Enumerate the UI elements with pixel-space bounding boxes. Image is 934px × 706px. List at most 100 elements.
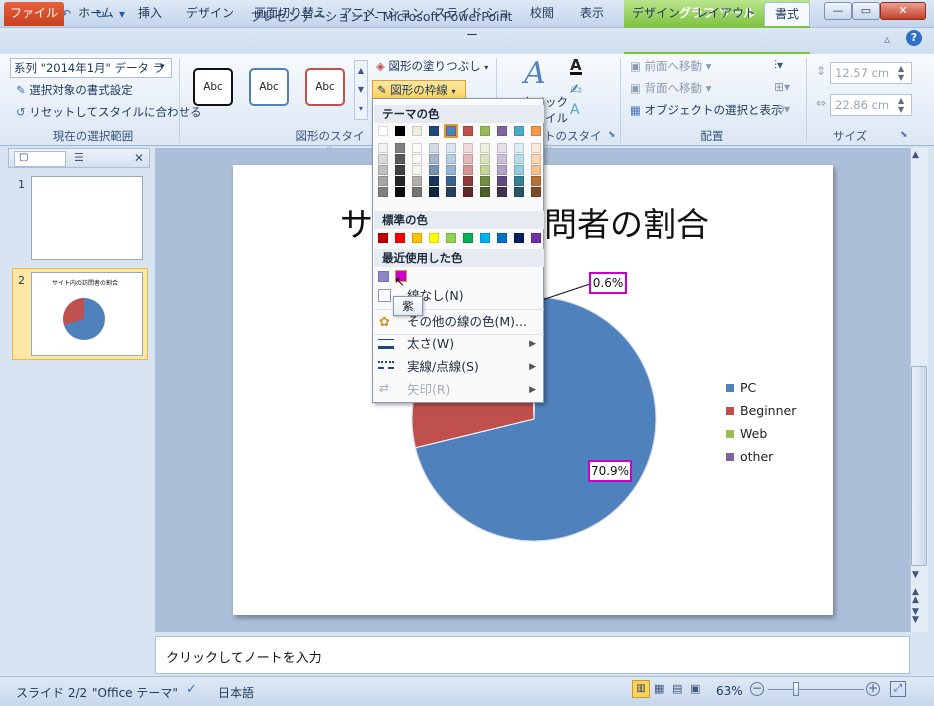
align-icon[interactable]: ⫶▾: [774, 58, 783, 73]
theme-color-swatch[interactable]: [429, 126, 439, 136]
recent-color-lavender[interactable]: [378, 271, 389, 282]
standard-color-swatch[interactable]: [429, 233, 439, 243]
theme-color-shade-swatch[interactable]: [531, 154, 541, 164]
theme-color-shade-swatch[interactable]: [497, 187, 507, 197]
theme-color-shade-swatch[interactable]: [480, 187, 490, 197]
theme-color-shade-swatch[interactable]: [463, 154, 473, 164]
theme-color-shade-swatch[interactable]: [412, 165, 422, 175]
scroll-down-icon[interactable]: ▼: [912, 570, 919, 580]
theme-color-swatch[interactable]: [531, 126, 541, 136]
zoom-in-icon[interactable]: +: [866, 682, 880, 696]
theme-color-shade-swatch[interactable]: [378, 165, 388, 175]
format-selection-button[interactable]: ✎ 選択対象の書式設定: [16, 82, 133, 98]
slide-title-right[interactable]: 問者の割合: [544, 198, 709, 246]
theme-color-swatch[interactable]: [395, 126, 405, 136]
tab-design[interactable]: デザイン: [180, 2, 240, 26]
slides-tab-icon[interactable]: ▢: [14, 151, 66, 167]
zoom-level[interactable]: 63%: [716, 684, 743, 698]
dialog-launcher-icon[interactable]: ⬊: [608, 130, 616, 140]
theme-color-shade-swatch[interactable]: [497, 143, 507, 153]
theme-color-shade-swatch[interactable]: [378, 187, 388, 197]
theme-color-shade-swatch[interactable]: [412, 187, 422, 197]
theme-color-shade-swatch[interactable]: [412, 154, 422, 164]
chevron-down-icon[interactable]: ▾: [160, 62, 165, 72]
style-gallery-scroll[interactable]: ▲ ▼ ▾: [354, 60, 368, 120]
theme-color-swatch[interactable]: [378, 126, 388, 136]
notes-pane[interactable]: クリックしてノートを入力: [155, 636, 910, 674]
theme-color-shade-swatch[interactable]: [446, 187, 456, 197]
data-label-other[interactable]: 0.6%: [589, 272, 627, 294]
theme-color-shade-swatch[interactable]: [531, 187, 541, 197]
theme-color-shade-swatch[interactable]: [463, 187, 473, 197]
slide-title-left[interactable]: サ: [340, 198, 373, 246]
tab-chart-layout[interactable]: レイアウト: [694, 2, 758, 26]
theme-color-shade-swatch[interactable]: [395, 165, 405, 175]
standard-color-swatch[interactable]: [531, 233, 541, 243]
tab-insert[interactable]: 挿入: [128, 2, 172, 26]
theme-color-shade-swatch[interactable]: [446, 143, 456, 153]
text-fill-icon[interactable]: A: [570, 58, 582, 75]
help-icon[interactable]: ?: [906, 30, 922, 46]
group-icon[interactable]: ⊞▾: [774, 80, 790, 94]
zoom-slider-thumb[interactable]: [793, 682, 799, 696]
theme-color-swatch[interactable]: [412, 126, 422, 136]
theme-color-shade-swatch[interactable]: [531, 165, 541, 175]
standard-color-swatch[interactable]: [378, 233, 388, 243]
height-spinner[interactable]: ▲ ▼: [898, 64, 904, 82]
theme-color-shade-swatch[interactable]: [412, 143, 422, 153]
theme-name[interactable]: "Office テーマ": [92, 684, 178, 701]
tab-slideshow[interactable]: スライド ショー: [432, 2, 512, 42]
close-panel-icon[interactable]: ✕: [134, 151, 144, 165]
ribbon-collapse-icon[interactable]: ▵: [884, 32, 890, 46]
theme-color-shade-swatch[interactable]: [429, 154, 439, 164]
theme-color-shade-swatch[interactable]: [480, 165, 490, 175]
tab-view[interactable]: 表示: [570, 2, 614, 26]
theme-color-swatch[interactable]: [514, 126, 524, 136]
slideshow-view-icon[interactable]: ▣: [690, 682, 700, 695]
standard-color-swatch[interactable]: [463, 233, 473, 243]
zoom-slider-track[interactable]: [768, 689, 864, 690]
theme-color-shade-swatch[interactable]: [378, 154, 388, 164]
send-backward-button[interactable]: ▣ 背面へ移動 ▾: [630, 80, 711, 96]
tab-animations[interactable]: アニメーション: [340, 2, 424, 26]
theme-color-shade-swatch[interactable]: [378, 176, 388, 186]
standard-color-swatch[interactable]: [446, 233, 456, 243]
shape-style-black[interactable]: Abc: [193, 68, 233, 106]
shape-outline-button[interactable]: ✎ 図形の枠線 ▾: [372, 80, 466, 100]
theme-color-shade-swatch[interactable]: [497, 165, 507, 175]
slide-sorter-icon[interactable]: ▦: [654, 682, 664, 695]
shape-fill-button[interactable]: ◈ 図形の塗りつぶし ▾: [376, 58, 488, 74]
tab-review[interactable]: 校閲: [522, 2, 562, 26]
theme-color-swatch[interactable]: [463, 126, 473, 136]
slide-thumbnail-1[interactable]: [31, 176, 143, 260]
theme-color-shade-swatch[interactable]: [463, 165, 473, 175]
theme-color-shade-swatch[interactable]: [395, 187, 405, 197]
standard-color-swatch[interactable]: [480, 233, 490, 243]
next-slide-icon[interactable]: ▼ ▼: [912, 608, 919, 625]
zoom-out-icon[interactable]: −: [750, 682, 764, 696]
theme-color-shade-swatch[interactable]: [429, 143, 439, 153]
chart-legend[interactable]: PC Beginner Web other: [726, 376, 796, 468]
theme-color-shade-swatch[interactable]: [463, 143, 473, 153]
dialog-launcher-icon[interactable]: ⬊: [900, 130, 908, 140]
theme-color-shade-swatch[interactable]: [514, 176, 524, 186]
theme-color-shade-swatch[interactable]: [395, 143, 405, 153]
theme-color-shade-swatch[interactable]: [429, 165, 439, 175]
previous-slide-icon[interactable]: ▲ ▲: [912, 588, 919, 605]
theme-color-shade-swatch[interactable]: [463, 176, 473, 186]
text-effects-icon[interactable]: A: [570, 102, 580, 118]
scroll-up-icon[interactable]: ▲: [912, 150, 919, 160]
fit-to-window-icon[interactable]: ⤢: [890, 681, 906, 697]
theme-color-shade-swatch[interactable]: [531, 176, 541, 186]
width-spinner[interactable]: ▲ ▼: [898, 96, 904, 114]
theme-color-shade-swatch[interactable]: [514, 187, 524, 197]
theme-color-shade-swatch[interactable]: [395, 154, 405, 164]
bring-forward-button[interactable]: ▣ 前面へ移動 ▾: [630, 58, 711, 74]
theme-color-shade-swatch[interactable]: [480, 176, 490, 186]
tab-transitions[interactable]: 画面切り替え: [248, 2, 332, 26]
scroll-thumb[interactable]: [911, 366, 927, 566]
theme-color-shade-swatch[interactable]: [514, 165, 524, 175]
spellcheck-icon[interactable]: ✓: [186, 682, 197, 697]
maximize-button[interactable]: ▭: [852, 2, 880, 20]
standard-color-swatch[interactable]: [395, 233, 405, 243]
